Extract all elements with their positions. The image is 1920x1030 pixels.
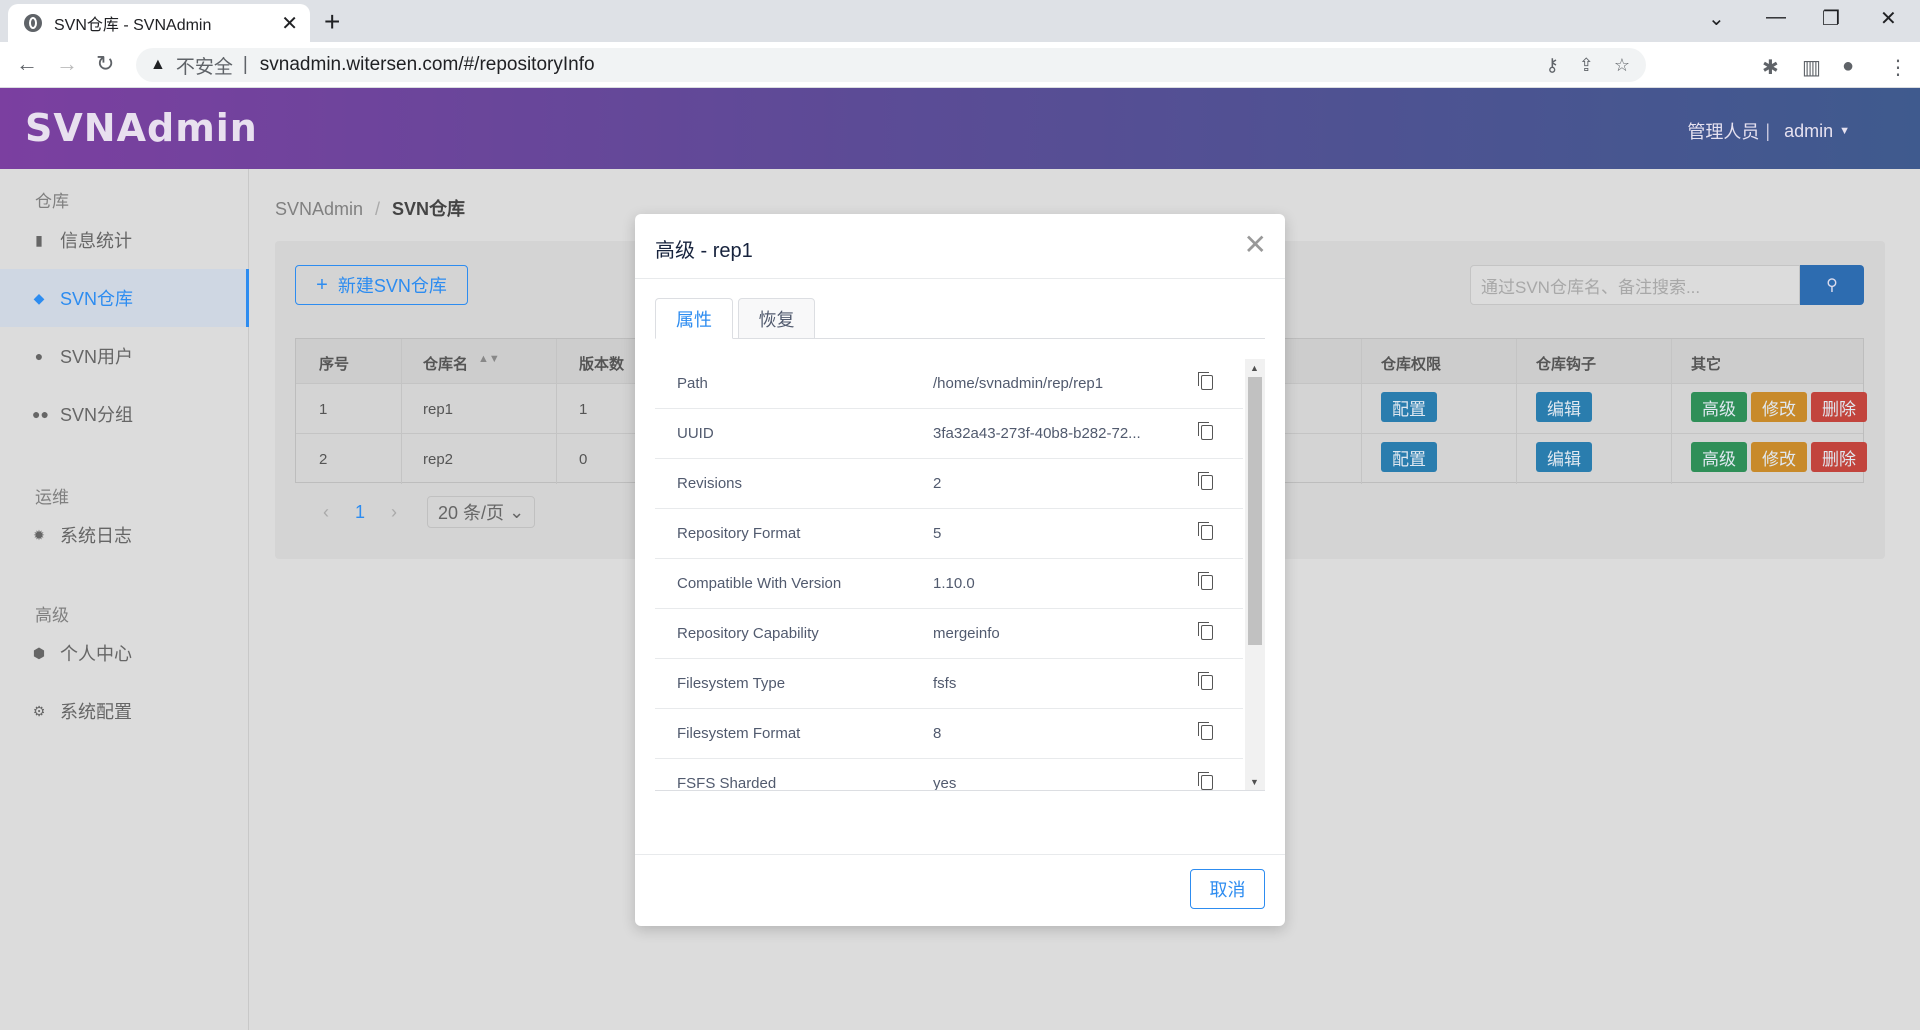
property-row: UUID 3fa32a43-273f-40b8-b282-72... <box>655 409 1243 459</box>
property-value: 3fa32a43-273f-40b8-b282-72... <box>933 425 1141 442</box>
copy-icon[interactable] <box>1198 422 1213 440</box>
property-row: Revisions 2 <box>655 459 1243 509</box>
property-key: Path <box>677 375 708 392</box>
modal-tabs: 属性 恢复 <box>655 298 1265 339</box>
property-row: Repository Format 5 <box>655 509 1243 559</box>
user-dropdown[interactable]: admin <box>1784 121 1833 142</box>
scrollbar-thumb[interactable] <box>1248 377 1262 645</box>
scroll-up-icon[interactable]: ▲ <box>1250 363 1259 373</box>
key-icon[interactable]: ⚷ <box>1546 55 1559 76</box>
property-value: mergeinfo <box>933 625 1000 642</box>
advanced-modal: 高级 - rep1 ✕ 属性 恢复 Path /home/svnadmin/re… <box>635 214 1285 926</box>
property-key: Compatible With Version <box>677 575 842 592</box>
modal-footer: 取消 <box>635 854 1285 926</box>
tab-properties[interactable]: 属性 <box>655 298 733 339</box>
user-area: 管理人员 | admin ▼ <box>1687 118 1850 144</box>
property-value: /home/svnadmin/rep/rep1 <box>933 375 1104 392</box>
property-key: UUID <box>677 425 714 442</box>
new-tab-icon[interactable]: + <box>324 6 340 38</box>
app-header: SVNAdmin 管理人员 | admin ▼ <box>0 88 1920 169</box>
property-row: FSFS Sharded yes <box>655 759 1243 791</box>
share-icon[interactable]: ⇪ <box>1579 55 1594 76</box>
profile-icon[interactable]: ● <box>1842 55 1854 78</box>
property-value: 5 <box>933 525 942 542</box>
property-row: Filesystem Format 8 <box>655 709 1243 759</box>
property-key: Filesystem Type <box>677 675 786 692</box>
close-icon[interactable]: ✕ <box>1244 228 1267 261</box>
scroll-down-icon[interactable]: ▼ <box>1250 777 1259 787</box>
browser-tab[interactable]: SVN仓库 - SVNAdmin ✕ <box>8 4 310 42</box>
role-label: 管理人员 <box>1687 122 1760 142</box>
property-row: Repository Capability mergeinfo <box>655 609 1243 659</box>
globe-icon <box>24 14 42 32</box>
address-bar[interactable]: ▲ 不安全 | svnadmin.witersen.com/#/reposito… <box>136 48 1646 82</box>
properties-table: Path /home/svnadmin/rep/rep1 UUID 3fa32a… <box>655 359 1265 791</box>
copy-icon[interactable] <box>1198 522 1213 540</box>
property-value: 1.10.0 <box>933 575 975 592</box>
insecure-label: 不安全 <box>175 56 233 78</box>
url-text: svnadmin.witersen.com/#/repositoryInfo <box>259 54 595 75</box>
modal-header: 高级 - rep1 ✕ <box>635 214 1285 279</box>
property-value: 8 <box>933 725 942 742</box>
minimize-icon[interactable]: — <box>1766 6 1786 29</box>
window-close-icon[interactable]: ✕ <box>1880 6 1897 31</box>
modal-title: 高级 - rep1 <box>655 240 753 262</box>
warning-icon: ▲ <box>150 56 166 73</box>
copy-icon[interactable] <box>1198 722 1213 740</box>
tab-restore[interactable]: 恢复 <box>738 298 815 339</box>
cancel-button[interactable]: 取消 <box>1190 869 1265 909</box>
property-key: Revisions <box>677 475 743 492</box>
property-row: Compatible With Version 1.10.0 <box>655 559 1243 609</box>
side-panel-icon[interactable]: ▥ <box>1802 55 1821 80</box>
extensions-icon[interactable]: ✱ <box>1762 55 1779 80</box>
app-logo: SVNAdmin <box>25 106 258 150</box>
copy-icon[interactable] <box>1198 572 1213 590</box>
tab-close-icon[interactable]: ✕ <box>281 11 298 36</box>
copy-icon[interactable] <box>1198 772 1213 790</box>
copy-icon[interactable] <box>1198 622 1213 640</box>
browser-toolbar: ← → ↻ ▲ 不安全 | svnadmin.witersen.com/#/re… <box>0 42 1920 88</box>
reload-icon[interactable]: ↻ <box>96 51 114 77</box>
copy-icon[interactable] <box>1198 372 1213 390</box>
caret-down-icon[interactable]: ▼ <box>1839 125 1850 137</box>
browser-tab-strip: SVN仓库 - SVNAdmin ✕ + ⌄ — ❐ ✕ <box>0 0 1920 42</box>
role-separator: | <box>1765 120 1771 141</box>
tab-title: SVN仓库 - SVNAdmin <box>54 17 212 34</box>
property-row: Path /home/svnadmin/rep/rep1 <box>655 359 1243 409</box>
property-key: FSFS Sharded <box>677 775 777 791</box>
property-key: Repository Format <box>677 525 801 542</box>
property-value: yes <box>933 775 957 791</box>
property-key: Filesystem Format <box>677 725 801 742</box>
address-separator: | <box>242 54 248 75</box>
property-value: fsfs <box>933 675 957 692</box>
back-icon[interactable]: ← <box>16 51 38 77</box>
restore-icon[interactable]: ❐ <box>1822 6 1840 31</box>
menu-icon[interactable]: ⋮ <box>1888 55 1908 80</box>
tab-search-chevron-icon[interactable]: ⌄ <box>1708 6 1725 31</box>
copy-icon[interactable] <box>1198 472 1213 490</box>
property-key: Repository Capability <box>677 625 819 642</box>
forward-icon[interactable]: → <box>56 51 78 77</box>
property-row: Filesystem Type fsfs <box>655 659 1243 709</box>
property-value: 2 <box>933 475 942 492</box>
copy-icon[interactable] <box>1198 672 1213 690</box>
star-icon[interactable]: ☆ <box>1614 55 1630 76</box>
